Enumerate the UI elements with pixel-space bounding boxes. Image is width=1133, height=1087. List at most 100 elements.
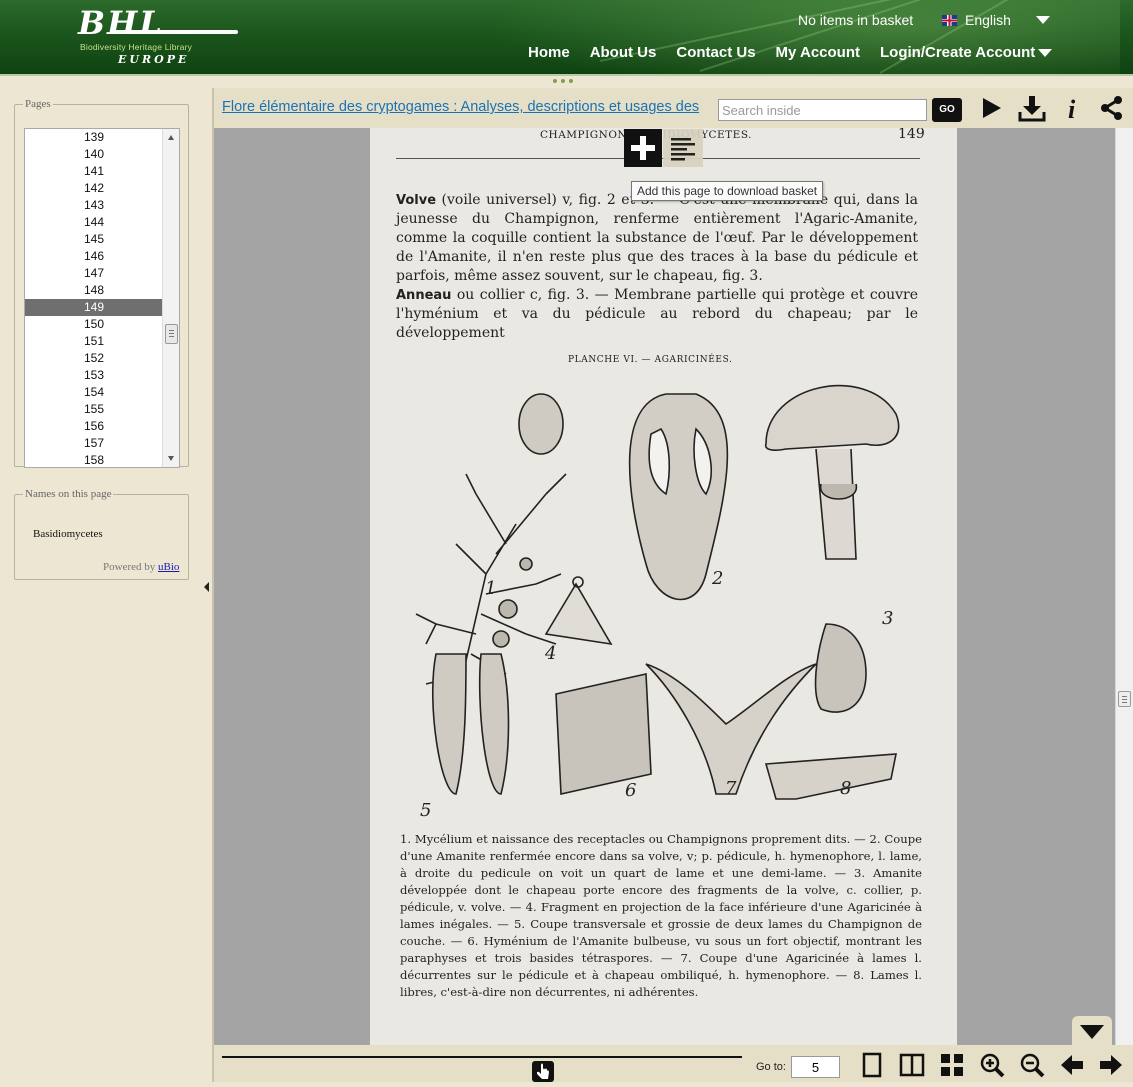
next-arrow-icon[interactable] xyxy=(1098,1052,1124,1078)
logo-subtitle: Biodiversity Heritage Library xyxy=(80,42,193,52)
nav-contact-us[interactable]: Contact Us xyxy=(676,44,755,61)
page-number: 149 xyxy=(898,128,925,142)
header-glow xyxy=(420,0,1120,74)
term-anneau: Anneau xyxy=(396,288,452,303)
search-go-button[interactable]: GO xyxy=(932,98,962,122)
info-icon[interactable]: i xyxy=(1059,94,1087,122)
left-panel: Pages 139 140 141 142 143 144 145 146 147 148 149 1… xyxy=(0,88,202,1082)
viewer-scroll-grip[interactable] xyxy=(1118,691,1131,707)
page-list-item[interactable]: 144 xyxy=(25,214,163,231)
page-list-item[interactable]: 141 xyxy=(25,163,163,180)
mushroom-illustration xyxy=(415,384,900,800)
language-label: English xyxy=(965,12,1011,28)
page-list-item[interactable]: 154 xyxy=(25,384,163,401)
plate-title: PLANCHE VI. — AGARICINÉES. xyxy=(568,355,733,365)
page-list-item[interactable]: 150 xyxy=(25,316,163,333)
logo-bhl-text: BHL xyxy=(78,4,164,42)
page-list-item[interactable]: 146 xyxy=(25,248,163,265)
ubio-link[interactable]: uBio xyxy=(158,561,179,573)
header-resize-handle[interactable] xyxy=(553,79,573,83)
paragraph-anneau-text: ou collier c, fig. 3. — Membrane partiel… xyxy=(396,287,918,341)
scroll-up-icon[interactable] xyxy=(168,135,174,140)
goto-page-input[interactable] xyxy=(791,1056,840,1078)
page-slider-handle[interactable] xyxy=(532,1061,554,1082)
page-list-item[interactable]: 151 xyxy=(25,333,163,350)
play-icon[interactable] xyxy=(977,94,1005,122)
page-list-item[interactable]: 142 xyxy=(25,180,163,197)
figure-number-label: 4 xyxy=(545,643,557,664)
page-list-item[interactable]: 152 xyxy=(25,350,163,367)
bhl-europe-logo[interactable]: BHL Biodiversity Heritage Library EUROPE xyxy=(78,6,243,68)
book-page[interactable]: CHAMPIGNONS BASIDIOMYCETES. 149 Volve (v… xyxy=(370,128,957,1045)
page-list-item[interactable]: 157 xyxy=(25,435,163,452)
page-list-item[interactable]: 145 xyxy=(25,231,163,248)
figure-number-label: 3 xyxy=(882,608,894,629)
scroll-down-icon[interactable] xyxy=(168,456,174,461)
language-selector[interactable]: English xyxy=(942,12,1011,28)
pages-section: Pages 139 140 141 142 143 144 145 146 147 148 149 1… xyxy=(14,98,189,468)
page-list-item[interactable]: 156 xyxy=(25,418,163,435)
page-list-item[interactable]: 149 xyxy=(25,299,163,316)
bottom-toolbar: Go to: xyxy=(214,1045,1133,1082)
text-lines-icon xyxy=(671,138,695,161)
page-list-item[interactable]: 147 xyxy=(25,265,163,282)
language-dropdown-icon[interactable] xyxy=(1036,16,1050,24)
zoom-out-icon[interactable] xyxy=(1019,1052,1045,1078)
site-header: BHL Biodiversity Heritage Library EUROPE… xyxy=(0,0,1133,76)
logo-swoosh xyxy=(110,30,238,34)
scroll-thumb[interactable] xyxy=(165,324,178,344)
zoom-in-icon[interactable] xyxy=(979,1052,1005,1078)
paragraph-anneau: Anneau ou collier c, fig. 3. — Membrane … xyxy=(396,286,918,343)
page-list-item[interactable]: 158 xyxy=(25,452,163,467)
nav-login[interactable]: Login/Create Account xyxy=(880,44,1035,61)
svg-text:i: i xyxy=(1068,95,1076,122)
nav-my-account[interactable]: My Account xyxy=(776,44,860,61)
page-slider-track[interactable] xyxy=(222,1056,742,1058)
figure-number-label: 6 xyxy=(625,780,637,801)
plate-caption: 1. Mycélium et naissance des receptacles… xyxy=(400,832,922,999)
figure-number-label: 8 xyxy=(840,778,852,799)
single-page-icon[interactable] xyxy=(859,1052,885,1078)
page-list-item[interactable]: 148 xyxy=(25,282,163,299)
basket-status[interactable]: No items in basket xyxy=(798,12,913,28)
account-dropdown-icon[interactable] xyxy=(1038,49,1052,57)
nav-home[interactable]: Home xyxy=(528,44,570,61)
triangle-down-icon xyxy=(1080,1025,1104,1039)
nav-about-us[interactable]: About Us xyxy=(590,44,657,61)
download-icon[interactable] xyxy=(1018,94,1046,122)
name-item[interactable]: Basidiomycetes xyxy=(33,528,103,540)
pages-list[interactable]: 139 140 141 142 143 144 145 146 147 148 149 150 151 1… xyxy=(24,128,180,468)
book-title-link[interactable]: Flore élémentaire des cryptogames : Anal… xyxy=(222,99,712,115)
goto-label: Go to: xyxy=(756,1061,786,1073)
page-list-item[interactable]: 153 xyxy=(25,367,163,384)
figure-number-label: 1 xyxy=(485,578,497,599)
paragraph-volve-text: (voile universel) v, fig. 2 et 3. — C'es… xyxy=(396,192,918,284)
page-list-item[interactable]: 143 xyxy=(25,197,163,214)
pages-scrollbar[interactable] xyxy=(162,129,179,467)
viewer-scrollbar[interactable] xyxy=(1115,128,1133,1045)
uk-flag-icon xyxy=(942,14,957,26)
page-text-button[interactable] xyxy=(663,129,703,167)
names-section: Names on this page Basidiomycetes Powere… xyxy=(14,488,189,580)
logo-region: EUROPE xyxy=(118,53,190,66)
pages-legend: Pages xyxy=(25,98,51,110)
page-list-item[interactable]: 155 xyxy=(25,401,163,418)
book-viewer[interactable]: CHAMPIGNONS BASIDIOMYCETES. 149 Volve (v… xyxy=(214,128,1115,1045)
two-page-icon[interactable] xyxy=(899,1052,925,1078)
powered-by-label: Powered by xyxy=(103,561,156,573)
figure-number-label: 2 xyxy=(712,568,724,589)
paragraph-volve: Volve (voile universel) v, fig. 2 et 3. … xyxy=(396,191,918,286)
collapse-toolbar-tab[interactable] xyxy=(1072,1016,1112,1045)
term-volve: Volve xyxy=(396,193,437,208)
thumbnails-icon[interactable] xyxy=(939,1052,965,1078)
collapse-left-panel-icon[interactable] xyxy=(204,582,209,592)
page-list-item[interactable]: 140 xyxy=(25,146,163,163)
page-list-item[interactable]: 139 xyxy=(25,129,163,146)
hand-pointer-icon xyxy=(536,1063,549,1079)
names-legend: Names on this page xyxy=(25,488,112,500)
figure-number-label: 7 xyxy=(725,778,737,799)
search-inside-input[interactable] xyxy=(718,99,927,121)
share-icon[interactable] xyxy=(1098,94,1126,122)
add-page-to-basket-button[interactable] xyxy=(624,129,662,167)
prev-arrow-icon[interactable] xyxy=(1059,1052,1085,1078)
